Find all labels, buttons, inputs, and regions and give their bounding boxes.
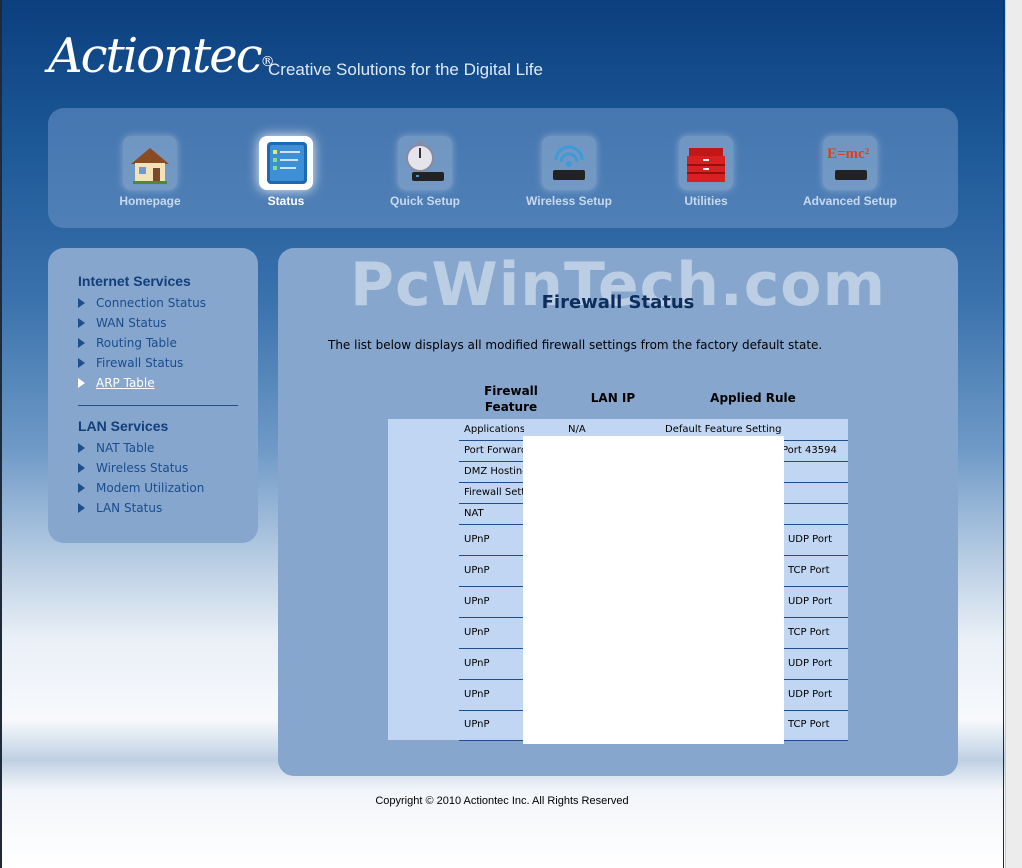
- sidebar-item-connection-status[interactable]: Connection Status: [78, 296, 206, 312]
- copyright: Copyright © 2010 Actiontec Inc. All Righ…: [375, 795, 629, 807]
- column-header-applied-rule: Applied Rule: [710, 391, 796, 405]
- table-cell-applied-rule: Port 43594: [782, 444, 837, 456]
- wireless-router-icon: [542, 136, 596, 190]
- table-cell-feature: UPnP: [464, 657, 490, 669]
- arrow-right-icon: [78, 318, 85, 328]
- arrow-right-icon: [78, 503, 85, 513]
- status-monitor-icon: [259, 136, 313, 190]
- table-cell-feature: UPnP: [464, 564, 490, 576]
- scrollbar[interactable]: [1005, 0, 1022, 868]
- actiontec-logo: Actiontec®: [48, 28, 275, 84]
- arrow-right-icon: [78, 378, 85, 388]
- column-header-feature: Firewall Feature: [484, 384, 538, 414]
- table-cell-feature: UPnP: [464, 626, 490, 638]
- nav-wireless-setup[interactable]: Wireless Setup: [509, 136, 629, 208]
- table-cell-feature: UPnP: [464, 688, 490, 700]
- sidebar-item-modem-utilization[interactable]: Modem Utilization: [78, 481, 204, 497]
- table-cell-feature: Applications: [464, 423, 524, 435]
- sidebar-item-wireless-status[interactable]: Wireless Status: [78, 461, 188, 477]
- page-description: The list below displays all modified fir…: [328, 338, 823, 352]
- sidebar-item-nat-table[interactable]: NAT Table: [78, 441, 154, 457]
- sidebar-divider: [78, 405, 238, 406]
- sidebar-item-lan-status[interactable]: LAN Status: [78, 501, 162, 517]
- sidebar-heading-lan: LAN Services: [78, 418, 169, 434]
- table-cell-applied-rule: l TCP Port: [782, 626, 830, 638]
- arrow-right-icon: [78, 483, 85, 493]
- sidebar-item-firewall-status[interactable]: Firewall Status: [78, 356, 183, 372]
- table-cell-applied-rule: l UDP Port: [782, 533, 833, 545]
- nav-homepage[interactable]: Homepage: [90, 136, 210, 208]
- arrow-right-icon: [78, 463, 85, 473]
- sidebar-item-routing-table[interactable]: Routing Table: [78, 336, 177, 352]
- table-cell-applied-rule: Default Feature Setting: [665, 423, 782, 435]
- table-cell-applied-rule: l UDP Port: [782, 657, 833, 669]
- content-panel: PcWinTech.com Firewall Status The list b…: [278, 248, 958, 776]
- nav-utilities[interactable]: Utilities: [646, 136, 766, 208]
- arrow-right-icon: [78, 443, 85, 453]
- stopwatch-router-icon: [398, 136, 452, 190]
- sidebar-item-arp-table[interactable]: ARP Table: [78, 376, 155, 392]
- sidebar-heading-internet: Internet Services: [78, 273, 191, 289]
- page-title: Firewall Status: [541, 292, 695, 313]
- table-cell-feature: UPnP: [464, 533, 490, 545]
- redaction-box: [523, 436, 784, 744]
- arrow-right-icon: [78, 358, 85, 368]
- arrow-right-icon: [78, 338, 85, 348]
- nav-status[interactable]: Status: [226, 136, 346, 208]
- table-cell-applied-rule: l TCP Port: [782, 719, 830, 730]
- sidebar: Internet Services Connection Status WAN …: [48, 248, 258, 543]
- table-cell-feature: Port Forward: [464, 444, 524, 456]
- emc2-router-icon: E=mc²: [823, 136, 877, 190]
- table-cell-applied-rule: l UDP Port: [782, 688, 833, 700]
- house-icon: [123, 136, 177, 190]
- arrow-right-icon: [78, 298, 85, 308]
- table-cell-feature: UPnP: [464, 719, 490, 730]
- table-cell-feature: UPnP: [464, 595, 490, 607]
- tagline: Creative Solutions for the Digital Life: [268, 60, 543, 79]
- sidebar-item-wan-status[interactable]: WAN Status: [78, 316, 166, 332]
- toolbox-icon: [679, 136, 733, 190]
- table-cell-feature: Firewall Sett: [464, 486, 524, 498]
- nav-quick-setup[interactable]: Quick Setup: [365, 136, 485, 208]
- table-cell-feature: DMZ Hosting: [464, 465, 524, 477]
- table-cell-lan-ip: N/A: [568, 423, 586, 435]
- table-cell-feature: NAT: [464, 507, 484, 519]
- table-cell-applied-rule: l UDP Port: [782, 595, 833, 607]
- nav-advanced-setup[interactable]: E=mc² Advanced Setup: [790, 136, 910, 208]
- table-cell-applied-rule: l TCP Port: [782, 564, 830, 576]
- column-header-lan-ip: LAN IP: [590, 391, 636, 405]
